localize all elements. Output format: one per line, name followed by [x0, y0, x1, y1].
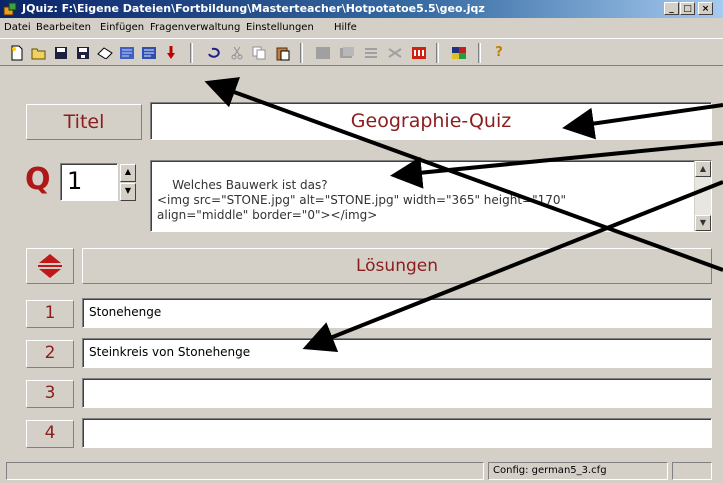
menu-bar: Datei Bearbeiten Einfügen Fragenverwaltu…: [0, 19, 723, 36]
shuffle-icon[interactable]: [386, 44, 404, 62]
status-bar: Config: german5_3.cfg: [0, 460, 723, 483]
red-logo-icon[interactable]: [410, 44, 428, 62]
title-input[interactable]: Geographie-Quiz: [150, 102, 712, 140]
scroll-down-button[interactable]: ▼: [695, 215, 711, 231]
answers-header: Lösungen: [82, 248, 712, 284]
answer-2-input[interactable]: Steinkreis von Stonehenge: [82, 338, 712, 368]
eraser-icon[interactable]: [96, 44, 114, 62]
add-question-icon[interactable]: [314, 44, 332, 62]
answer-4-button[interactable]: 4: [26, 420, 74, 448]
delete-question-icon[interactable]: [338, 44, 356, 62]
question-text: Welches Bauwerk ist das? <img src="STONE…: [157, 178, 567, 222]
jquiz-window: JQuiz: F:\Eigene Dateien\Fortbildung\Mas…: [0, 0, 723, 483]
annotation-arrows: [204, 77, 723, 353]
question-scrollbar[interactable]: ▲ ▼: [694, 161, 711, 231]
scroll-up-button[interactable]: ▲: [695, 161, 711, 177]
window-title: JQuiz: F:\Eigene Dateien\Fortbildung\Mas…: [22, 2, 485, 15]
new-file-icon[interactable]: [8, 44, 26, 62]
question-number-field[interactable]: 1: [60, 163, 118, 201]
help-icon[interactable]: ?: [490, 44, 508, 62]
app-icon: [3, 2, 17, 16]
status-config: Config: german5_3.cfg: [488, 462, 668, 480]
answer-1-button[interactable]: 1: [26, 300, 74, 328]
menu-fragenverwaltung[interactable]: Fragenverwaltung: [150, 19, 240, 36]
web-page-icon[interactable]: [118, 44, 136, 62]
hotpotatoes-icon[interactable]: [162, 44, 180, 62]
question-up-button[interactable]: ▲: [120, 164, 136, 182]
question-list-icon[interactable]: [362, 44, 380, 62]
title-bar[interactable]: JQuiz: F:\Eigene Dateien\Fortbildung\Mas…: [0, 0, 723, 18]
open-folder-icon[interactable]: [30, 44, 48, 62]
answer-1-input[interactable]: Stonehenge: [82, 298, 712, 328]
answer-3-input[interactable]: [82, 378, 712, 408]
close-button[interactable]: ×: [698, 2, 713, 15]
paste-icon[interactable]: [274, 44, 292, 62]
menu-einstellungen[interactable]: Einstellungen: [246, 19, 314, 36]
title-label: Titel: [26, 104, 142, 140]
up-down-arrows-icon: [38, 254, 62, 278]
question-down-button[interactable]: ▼: [120, 183, 136, 201]
status-panel-main: [6, 462, 484, 480]
minimize-button[interactable]: _: [664, 2, 679, 15]
web-page-alt-icon[interactable]: [140, 44, 158, 62]
answer-4-input[interactable]: [82, 418, 712, 448]
palette-icon[interactable]: [450, 44, 468, 62]
menu-datei[interactable]: Datei: [4, 19, 31, 36]
cut-icon[interactable]: [228, 44, 246, 62]
undo-icon[interactable]: [204, 44, 222, 62]
copy-icon[interactable]: [250, 44, 268, 62]
status-panel-extra: [672, 462, 712, 480]
toolbar: ?: [0, 38, 723, 66]
maximize-button[interactable]: □: [680, 2, 695, 15]
question-text-area[interactable]: Welches Bauwerk ist das? <img src="STONE…: [150, 160, 712, 232]
save-as-icon[interactable]: [74, 44, 92, 62]
question-letter: Q: [25, 162, 51, 197]
reorder-answers-button[interactable]: [26, 248, 74, 284]
answer-3-button[interactable]: 3: [26, 380, 74, 408]
menu-hilfe[interactable]: Hilfe: [334, 19, 357, 36]
answer-2-button[interactable]: 2: [26, 340, 74, 368]
menu-bearbeiten[interactable]: Bearbeiten: [36, 19, 91, 36]
menu-einfuegen[interactable]: Einfügen: [100, 19, 144, 36]
save-icon[interactable]: [52, 44, 70, 62]
